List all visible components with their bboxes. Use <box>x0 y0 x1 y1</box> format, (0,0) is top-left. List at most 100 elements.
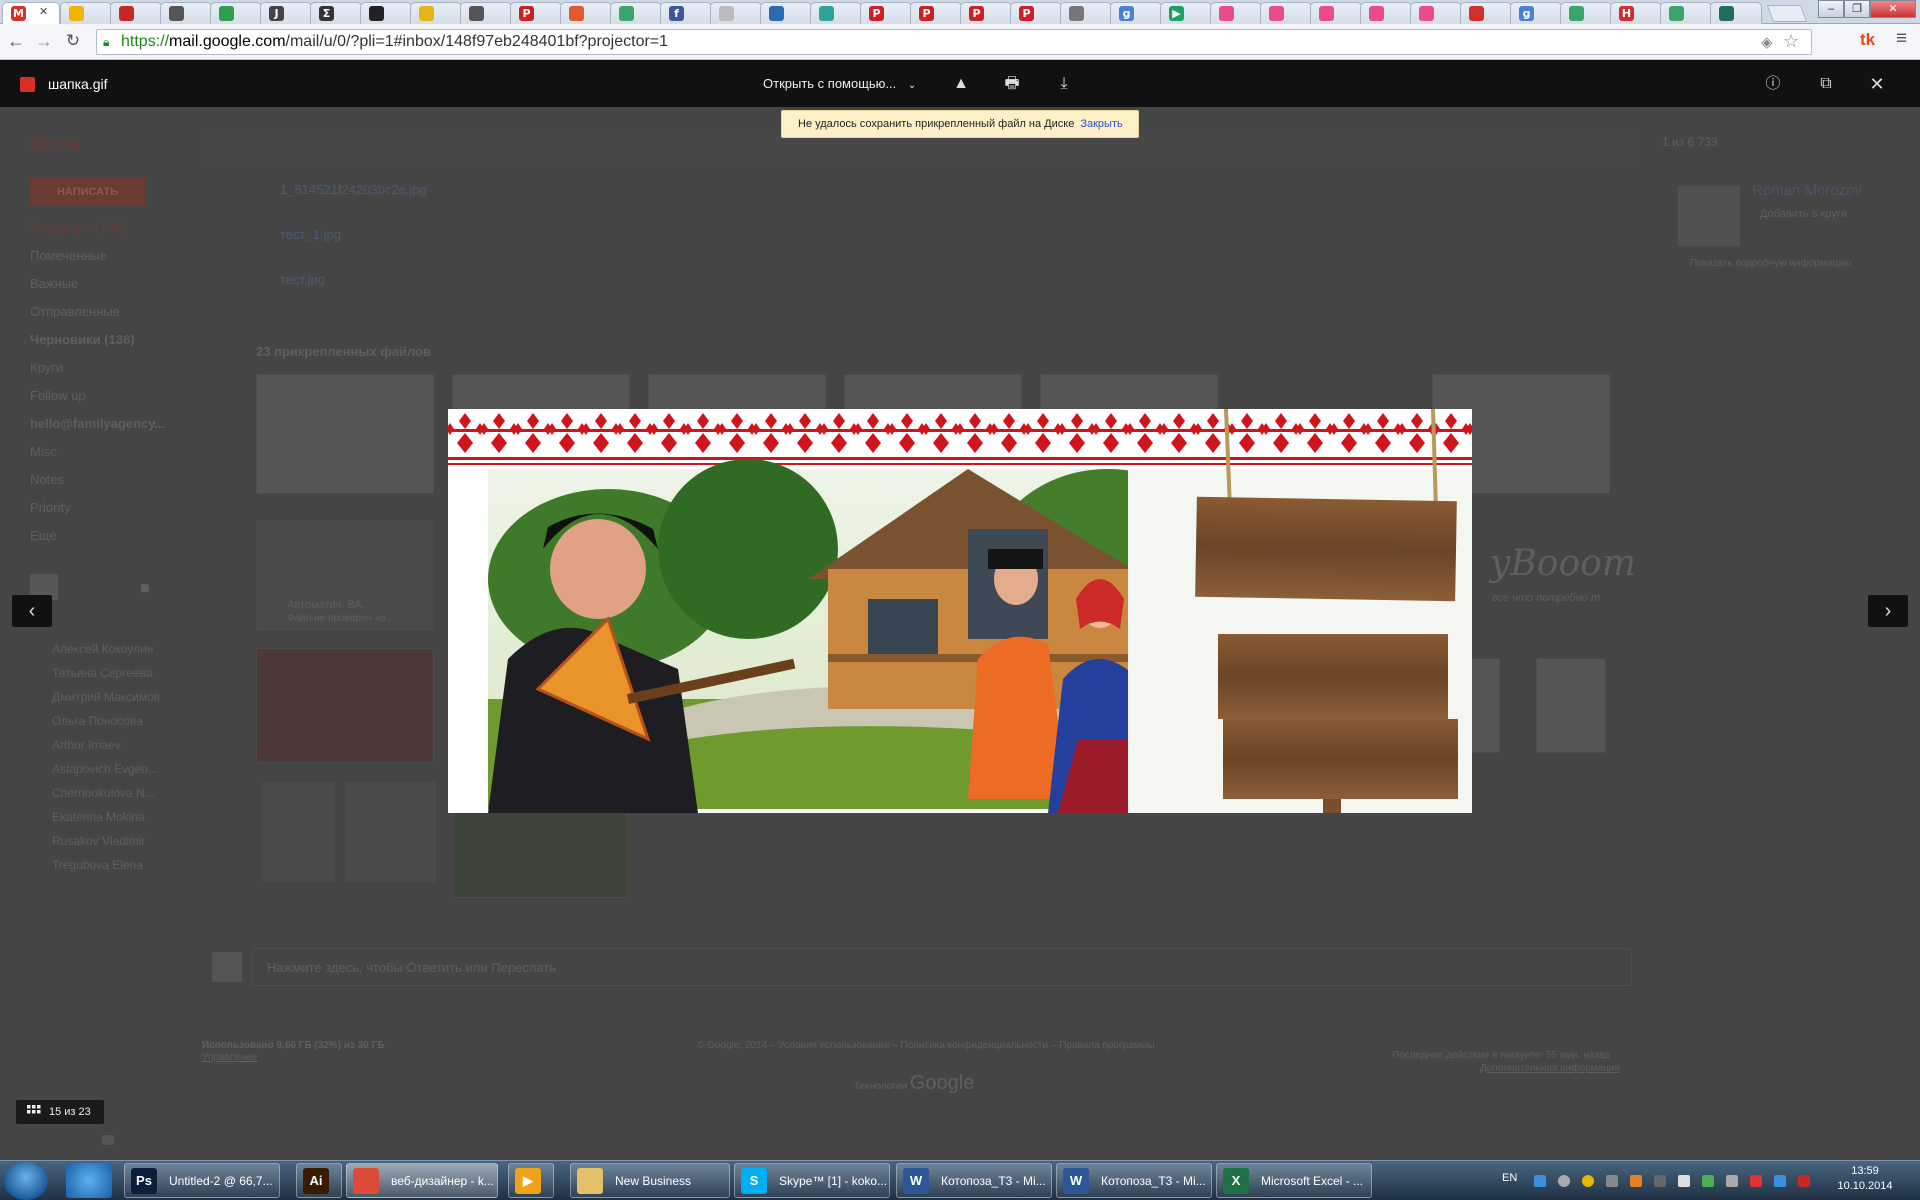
browser-tab[interactable]: g <box>1110 2 1162 24</box>
tray-disc-icon[interactable] <box>1558 1175 1570 1187</box>
address-bar[interactable]: 🔒︎ https://mail.google.com/mail/u/0/?pli… <box>96 29 1812 55</box>
browser-tab[interactable] <box>110 2 162 24</box>
download-icon[interactable]: ⤓ <box>1053 73 1075 95</box>
close-window-button[interactable]: ✕ <box>1870 0 1916 18</box>
taskbar-item[interactable]: Ps Untitled-2 @ 66,7... <box>124 1163 280 1198</box>
dribbble-icon <box>1419 6 1434 21</box>
browser-tab[interactable] <box>710 2 762 24</box>
browser-tab[interactable] <box>360 2 412 24</box>
browser-tab[interactable]: P <box>960 2 1012 24</box>
browser-tab[interactable]: f <box>660 2 712 24</box>
browser-tab[interactable]: P <box>910 2 962 24</box>
attachment-link: тест.jpg <box>280 272 326 287</box>
language-indicator[interactable]: EN <box>1502 1172 1517 1184</box>
browser-tab[interactable] <box>1310 2 1362 24</box>
clock-time: 13:59 <box>1851 1165 1879 1177</box>
taskbar-item[interactable]: S Skype™ [1] - koko... <box>734 1163 890 1198</box>
taskbar-item[interactable]: ▶ <box>508 1163 554 1198</box>
contact-photo <box>1678 186 1740 246</box>
speaker-icon[interactable] <box>1678 1175 1690 1187</box>
contact-item: Astapovich Evgen... <box>52 762 159 776</box>
browser-tab[interactable] <box>1210 2 1262 24</box>
browser-tab[interactable] <box>460 2 512 24</box>
print-icon[interactable]: 🖶︎ <box>1001 73 1023 95</box>
notice-text: Не удалось сохранить прикрепленный файл … <box>798 118 1075 130</box>
browser-tab[interactable]: g <box>1510 2 1562 24</box>
taskbar-item[interactable]: X Microsoft Excel - ... <box>1216 1163 1372 1198</box>
browser-tab[interactable] <box>410 2 462 24</box>
browser-tab[interactable]: P <box>1010 2 1062 24</box>
browser-tab[interactable] <box>1260 2 1312 24</box>
browser-tab[interactable] <box>160 2 212 24</box>
preview-image <box>448 409 1472 813</box>
browser-tab[interactable] <box>610 2 662 24</box>
tray-flag-icon[interactable] <box>1750 1175 1762 1187</box>
start-button[interactable] <box>4 1162 48 1200</box>
lock-icon: 🔒︎ <box>103 35 110 49</box>
drive-icon[interactable]: ▲ <box>950 73 972 95</box>
reload-icon[interactable]: ↻ <box>62 30 84 52</box>
system-clock[interactable]: 13:59 10.10.2014 <box>1820 1164 1910 1194</box>
minimize-button[interactable]: – <box>1818 0 1844 18</box>
browser-tab[interactable] <box>1560 2 1612 24</box>
reply-avatar <box>212 952 242 982</box>
drive-icon <box>69 6 84 21</box>
tray-app-icon[interactable] <box>1630 1175 1642 1187</box>
close-tab-icon[interactable]: ✕ <box>39 5 48 18</box>
browser-tab[interactable]: P <box>510 2 562 24</box>
attachment-thumb-7 <box>256 648 434 763</box>
new-tab-button[interactable] <box>1766 5 1808 22</box>
tray-skype-icon[interactable] <box>1534 1175 1546 1187</box>
tray-battery-icon[interactable] <box>1702 1175 1714 1187</box>
forward-icon[interactable]: → <box>33 30 55 52</box>
maximize-button[interactable]: ❐ <box>1844 0 1870 18</box>
next-image-button[interactable]: › <box>1868 595 1908 627</box>
previous-image-button[interactable]: ‹ <box>12 595 52 627</box>
info-icon[interactable]: ⓘ <box>1762 73 1784 95</box>
taskbar-item[interactable]: Ai <box>296 1163 342 1198</box>
tray-update-icon[interactable] <box>1774 1175 1786 1187</box>
taskbar-item[interactable]: веб-дизайнер - k... <box>346 1163 498 1198</box>
menu-icon[interactable]: ≡ <box>1896 28 1907 50</box>
browser-tab[interactable]: M ✕ <box>2 2 60 25</box>
browser-tab[interactable] <box>1460 2 1512 24</box>
storage-text: Использовано 9,66 ГБ (32%) из 30 ГБ <box>202 1040 385 1051</box>
close-icon[interactable]: ✕ <box>1866 73 1888 95</box>
open-in-new-icon[interactable]: ⧉ <box>1815 73 1837 95</box>
tray-ps-icon[interactable] <box>1654 1175 1666 1187</box>
back-icon[interactable]: ← <box>5 30 27 52</box>
ie-icon[interactable] <box>66 1163 112 1198</box>
browser-tab[interactable] <box>60 2 112 24</box>
browser-tab[interactable] <box>810 2 862 24</box>
browser-tab[interactable] <box>1410 2 1462 24</box>
bug-icon <box>1469 6 1484 21</box>
browser-tab[interactable]: J <box>260 2 312 24</box>
star-icon[interactable]: ☆ <box>1783 31 1799 52</box>
extension-icon[interactable]: ◈ <box>1761 33 1773 51</box>
grid-icon <box>27 1105 41 1114</box>
taskbar-item[interactable]: New Business <box>570 1163 730 1198</box>
browser-tab[interactable] <box>1360 2 1412 24</box>
open-with-button[interactable]: Открыть с помощью... ⌄ <box>763 76 916 91</box>
browser-tab[interactable]: ▶ <box>1160 2 1212 24</box>
browser-tab[interactable]: P <box>860 2 912 24</box>
document-title: Автоматич. ВА.. <box>287 599 368 611</box>
browser-tab[interactable] <box>760 2 812 24</box>
tray-antivirus-icon[interactable] <box>1798 1175 1810 1187</box>
taskbar-item[interactable]: W Котопоза_Т3 - Mi... <box>896 1163 1052 1198</box>
notice-close-link[interactable]: Закрыть <box>1080 118 1122 130</box>
tray-warning-icon[interactable] <box>1582 1175 1594 1187</box>
browser-tab[interactable] <box>1710 2 1762 24</box>
extension-tk-icon[interactable]: tk <box>1860 30 1875 50</box>
tray-link-icon[interactable] <box>1606 1175 1618 1187</box>
browser-tab[interactable] <box>1060 2 1112 24</box>
tray-network-icon[interactable] <box>1726 1175 1738 1187</box>
taskbar-item[interactable]: W Котопоза_Т3 - Mi... <box>1056 1163 1212 1198</box>
folder-icon <box>577 1168 603 1194</box>
app-icon <box>119 6 134 21</box>
browser-tab[interactable]: Σ <box>310 2 362 24</box>
browser-tab[interactable] <box>210 2 262 24</box>
browser-tab[interactable]: H <box>1610 2 1662 24</box>
browser-tab[interactable] <box>1660 2 1712 24</box>
browser-tab[interactable] <box>560 2 612 24</box>
